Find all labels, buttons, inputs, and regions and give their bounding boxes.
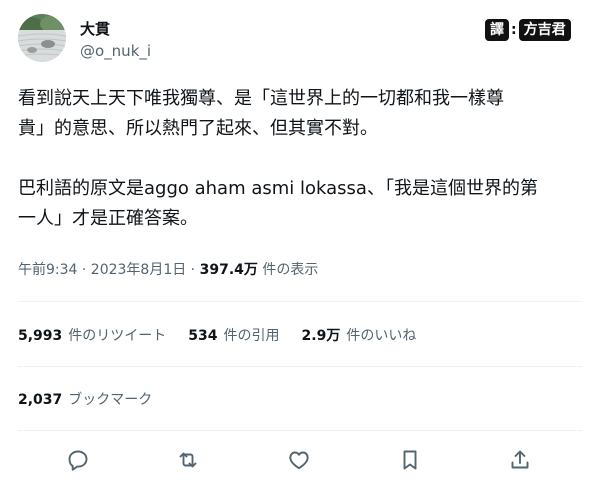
tweet-paragraph: 巴利語的原文是aggo aham asmi lokassa、「我是這個世界的第 … xyxy=(18,178,538,229)
share-button[interactable] xyxy=(506,446,534,474)
bookmarks-count: 2,037 xyxy=(18,392,63,408)
tweet-paragraph: 看到說天上天下唯我獨尊、是「這世界上的一切都和我一樣尊 貴」的意思、所以熱門了起… xyxy=(18,88,504,139)
tweet-text: 看到說天上天下唯我獨尊、是「這世界上的一切都和我一樣尊 貴」的意思、所以熱門了起… xyxy=(18,84,582,234)
tweet-card: 大貫 @o_nuk_i 譯 : 方吉君 看到說天上天下唯我獨尊、是「這世界上的一… xyxy=(0,0,598,489)
retweets-count: 5,993 xyxy=(18,328,63,344)
reply-icon xyxy=(68,450,88,471)
divider xyxy=(18,301,582,302)
retweet-icon xyxy=(179,452,197,468)
share-icon xyxy=(511,450,529,469)
quotes-stat[interactable]: 534 件の引用 xyxy=(188,325,279,345)
bookmarks-stat[interactable]: 2,037 ブックマーク xyxy=(18,389,152,409)
bookmark-button[interactable] xyxy=(396,446,424,474)
like-button[interactable] xyxy=(285,446,313,474)
bookmark-icon xyxy=(403,450,417,470)
retweets-stat[interactable]: 5,993 件のリツイート xyxy=(18,325,166,345)
timestamp[interactable]: 午前9:34 · 2023年8月1日 · xyxy=(18,262,200,278)
translator-watermark: 譯 : 方吉君 xyxy=(486,20,570,40)
divider xyxy=(18,430,582,431)
heart-icon xyxy=(289,451,309,470)
likes-stat[interactable]: 2.9万 件のいいね xyxy=(302,325,417,345)
engagement-stats: 5,993 件のリツイート 534 件の引用 2.9万 件のいいね xyxy=(18,325,416,345)
quotes-label: 件の引用 xyxy=(223,328,280,344)
watermark-separator: : xyxy=(511,22,517,38)
quotes-count: 534 xyxy=(188,328,218,344)
watermark-name: 方吉君 xyxy=(519,20,570,40)
retweet-button[interactable] xyxy=(174,446,202,474)
views-count: 397.4万 xyxy=(199,262,258,278)
display-name[interactable]: 大貫 xyxy=(80,18,110,39)
bookmarks-label: ブックマーク xyxy=(68,392,153,408)
likes-label: 件のいいね xyxy=(346,328,417,344)
user-handle[interactable]: @o_nuk_i xyxy=(80,42,151,60)
retweets-label: 件のリツイート xyxy=(68,328,167,344)
divider xyxy=(18,366,582,367)
watermark-label: 譯 xyxy=(486,20,508,40)
action-bar xyxy=(0,446,598,474)
likes-count: 2.9万 xyxy=(301,328,341,344)
tweet-meta: 午前9:34 · 2023年8月1日 · 397.4万 件の表示 xyxy=(18,259,318,279)
views-label: 件の表示 xyxy=(257,262,319,278)
avatar[interactable] xyxy=(18,14,66,62)
zen-garden-avatar-icon xyxy=(18,14,66,62)
reply-button[interactable] xyxy=(64,446,92,474)
